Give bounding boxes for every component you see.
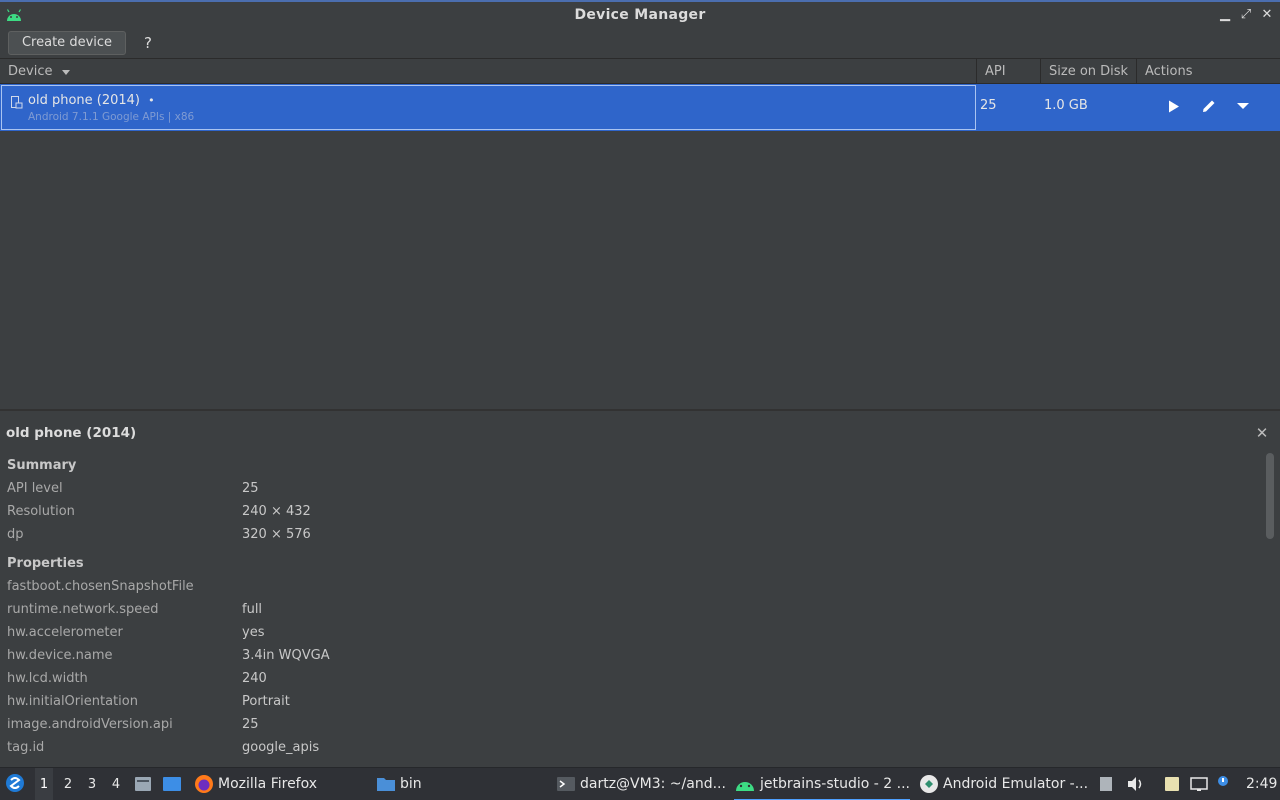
summary-value: 320 × 576 [242, 527, 311, 542]
summary-key: dp [7, 527, 24, 542]
property-value: Portrait [242, 694, 290, 709]
task-bin[interactable]: bin [376, 768, 422, 800]
restore-button[interactable]: ⤢ [1238, 7, 1254, 23]
device-details-panel: old phone (2014) ✕ Summary API level 25 … [0, 411, 1280, 767]
clock[interactable]: 2:49 [1246, 768, 1277, 800]
network-icon[interactable] [1190, 768, 1210, 800]
property-key: hw.accelerometer [7, 625, 123, 640]
column-header-device[interactable]: Device [0, 59, 976, 84]
task-emulator[interactable]: Android Emulator -... [919, 768, 1088, 800]
help-button[interactable]: ? [138, 31, 158, 55]
column-header-actions: Actions [1136, 59, 1280, 84]
device-subtitle: Android 7.1.1 Google APIs | x86 [28, 111, 195, 123]
task-terminal[interactable]: dartz@VM3: ~/and... [556, 768, 726, 800]
tray-clipboard-icon[interactable] [1098, 768, 1116, 800]
task-firefox[interactable]: Mozilla Firefox [194, 768, 317, 800]
update-notification-icon[interactable] [1216, 768, 1236, 800]
summary-value: 240 × 432 [242, 504, 311, 519]
property-value: 25 [242, 717, 259, 732]
device-api: 25 [980, 98, 997, 113]
workspace-4[interactable]: 4 [107, 768, 125, 800]
property-value: 3.4in WQVGA [242, 648, 330, 663]
property-value: google_apis [242, 740, 320, 755]
device-size: 1.0 GB [1044, 98, 1088, 113]
workspace-2[interactable]: 2 [59, 768, 77, 800]
property-key: hw.device.name [7, 648, 113, 663]
workspace-1[interactable]: 1 [35, 768, 53, 800]
property-key: runtime.network.speed [7, 602, 159, 617]
taskbar: 1 2 3 4 Mozilla Firefox bin dartz@VM3: ~… [0, 767, 1280, 800]
task-android-studio[interactable]: jetbrains-studio - 2 ... [734, 768, 910, 800]
file-manager-icon[interactable] [134, 768, 154, 800]
column-device-label: Device [8, 64, 53, 79]
summary-key: API level [7, 481, 63, 496]
dropdown-icon[interactable] [1232, 95, 1254, 117]
workspace-3[interactable]: 3 [83, 768, 101, 800]
emulator-icon [920, 775, 938, 793]
device-table-header: Device API Size on Disk Actions [0, 58, 1280, 84]
play-icon[interactable] [1163, 95, 1185, 117]
title-bar: Device Manager ▁ ⤢ ✕ [0, 0, 1280, 29]
sort-down-icon [61, 69, 70, 75]
property-key: image.androidVersion.api [7, 717, 173, 732]
property-key: fastboot.chosenSnapshotFile [7, 579, 194, 594]
device-table-body: old phone (2014) • Android 7.1.1 Google … [0, 84, 1280, 409]
notes-icon[interactable] [1163, 768, 1183, 800]
edit-icon[interactable] [1198, 95, 1220, 117]
android-icon [736, 782, 754, 791]
property-key: hw.initialOrientation [7, 694, 138, 709]
device-row[interactable]: old phone (2014) • Android 7.1.1 Google … [0, 84, 1280, 131]
firefox-icon [195, 775, 213, 793]
details-title: old phone (2014) [6, 425, 137, 441]
column-header-api[interactable]: API [976, 59, 1040, 84]
column-header-size[interactable]: Size on Disk [1040, 59, 1136, 84]
properties-heading: Properties [7, 556, 84, 571]
device-status-dot: • [148, 94, 155, 107]
device-cell[interactable]: old phone (2014) • Android 7.1.1 Google … [1, 85, 976, 130]
start-menu-icon[interactable] [4, 768, 28, 800]
create-device-button[interactable]: Create device [8, 31, 126, 55]
property-value: 240 [242, 671, 267, 686]
virtual-device-icon [11, 96, 23, 109]
volume-icon[interactable] [1126, 768, 1146, 800]
summary-key: Resolution [7, 504, 75, 519]
close-details-icon[interactable]: ✕ [1254, 425, 1270, 441]
minimize-button[interactable]: ▁ [1217, 7, 1233, 23]
property-value: yes [242, 625, 265, 640]
close-button[interactable]: ✕ [1259, 7, 1275, 23]
property-key: hw.lcd.width [7, 671, 88, 686]
window-title: Device Manager [574, 7, 706, 23]
property-key: tag.id [7, 740, 45, 755]
summary-heading: Summary [7, 458, 77, 473]
property-value: full [242, 602, 263, 617]
device-name: old phone (2014) • [28, 93, 155, 108]
summary-value: 25 [242, 481, 259, 496]
desktop-icon[interactable] [162, 768, 184, 800]
details-scrollbar[interactable] [1266, 453, 1274, 539]
folder-icon [377, 778, 395, 791]
terminal-icon [557, 777, 575, 791]
toolbar: Create device ? [0, 29, 1280, 57]
